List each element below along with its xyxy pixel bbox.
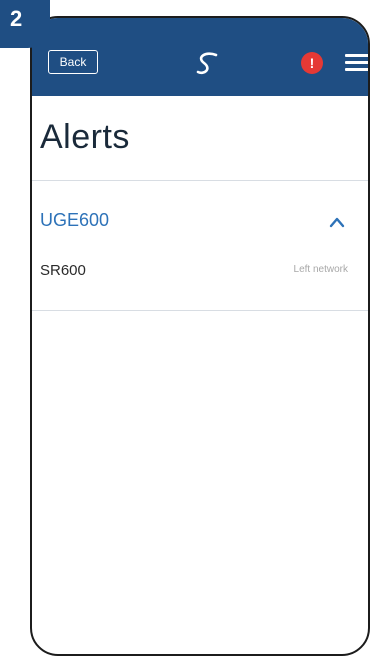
step-badge: 2: [0, 0, 50, 48]
alert-icon[interactable]: !: [301, 52, 323, 74]
top-bar: Back !: [32, 18, 368, 96]
salus-logo-icon: [196, 52, 218, 75]
back-button[interactable]: Back: [48, 50, 98, 74]
hamburger-menu-icon[interactable]: [345, 54, 368, 72]
step-number: 2: [10, 6, 23, 31]
divider: [32, 180, 368, 181]
device-name: SR600: [40, 262, 86, 279]
phone-frame: Back ! Alerts UGE600 SR600 Left network: [30, 16, 370, 656]
alert-group-name: UGE600: [40, 210, 110, 230]
alert-group-header[interactable]: UGE600: [32, 198, 368, 246]
page-title: Alerts: [40, 118, 130, 156]
alert-list-item: SR600 Left network: [32, 258, 368, 294]
chevron-up-icon: [329, 217, 345, 228]
alert-status: Left network: [293, 264, 348, 275]
divider: [32, 310, 368, 311]
